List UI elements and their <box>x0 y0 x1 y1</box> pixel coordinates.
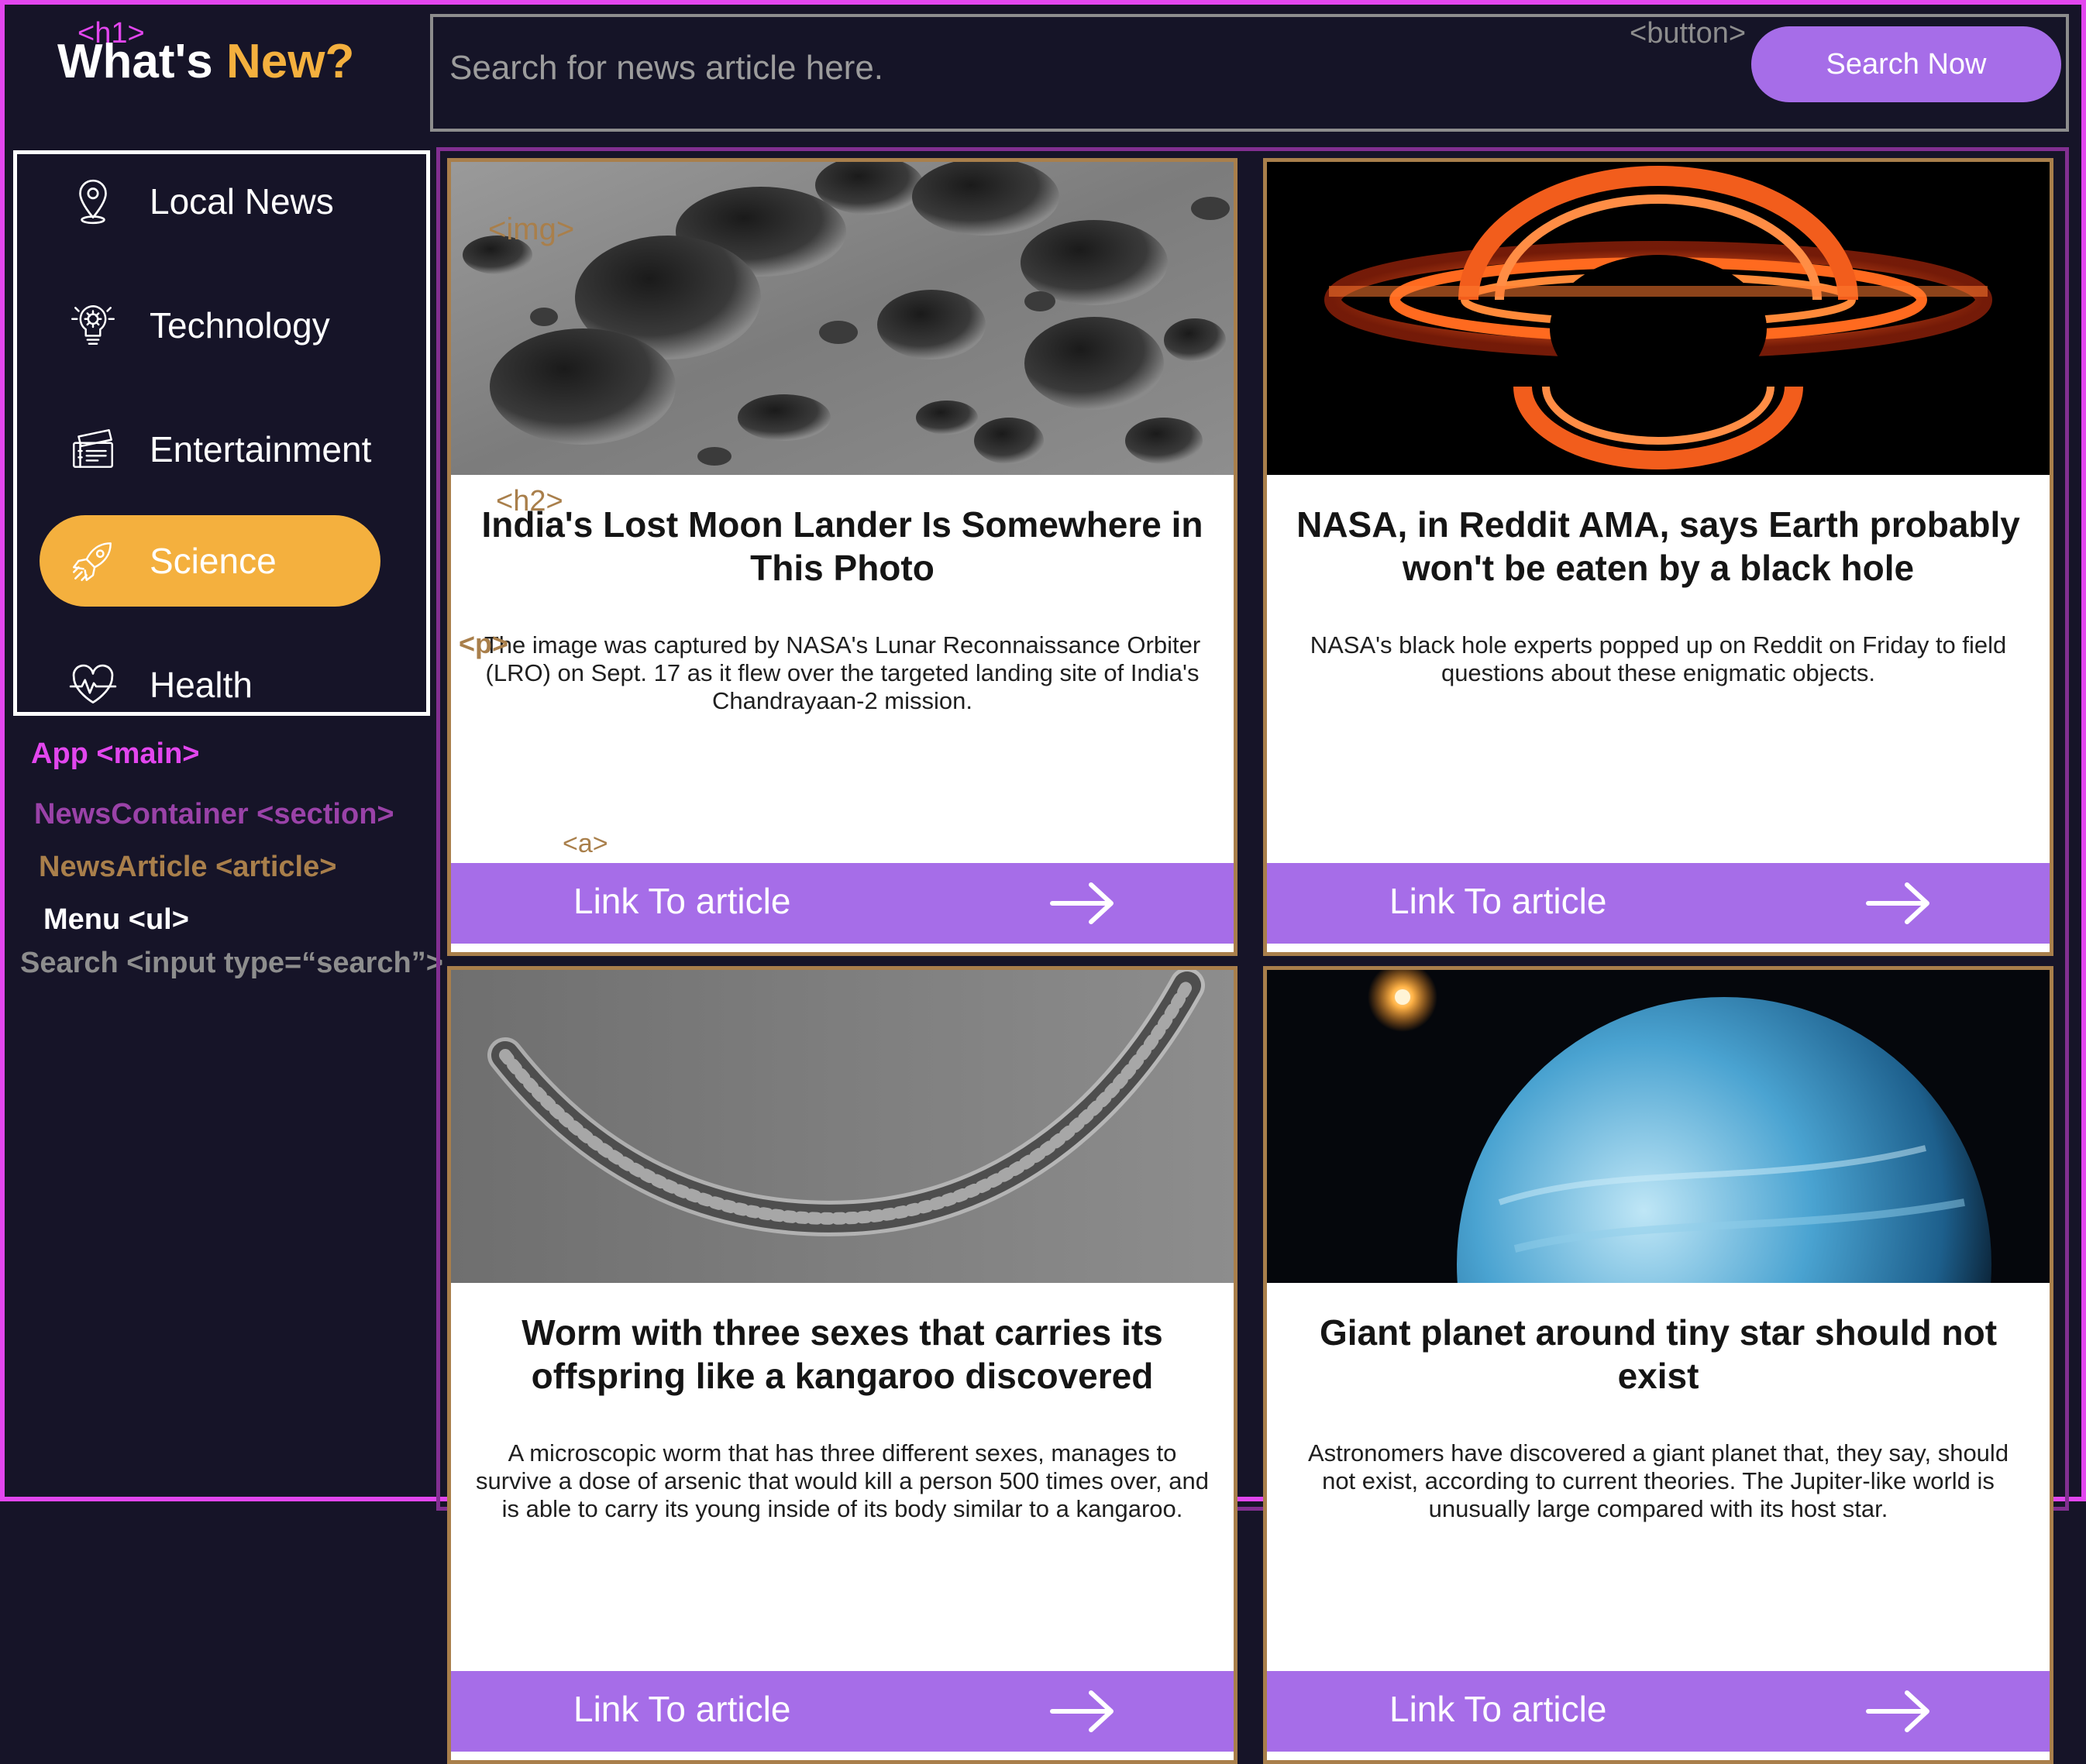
legend-news-container: NewsContainer <section> <box>34 798 394 830</box>
article-title: Worm with three sexes that carries its o… <box>522 1312 1163 1396</box>
link-label: Link To article <box>573 1689 791 1729</box>
rocket-icon <box>67 535 119 586</box>
article-title: NASA, in Reddit AMA, says Earth probably… <box>1296 504 2020 588</box>
arrow-right-icon <box>1050 882 1114 924</box>
menu-item-label: Technology <box>150 305 330 346</box>
link-to-article[interactable]: Link To article <box>1267 863 2050 944</box>
article-summary: Astronomers have discovered a giant plan… <box>1307 1439 2009 1522</box>
article-title: India's Lost Moon Lander Is Somewhere in… <box>481 504 1203 588</box>
link-to-article[interactable]: Link To article <box>1267 1671 2050 1752</box>
menu-item-science[interactable]: Science <box>40 515 380 607</box>
link-label: Link To article <box>1389 1689 1607 1729</box>
legend-news-article: NewsArticle <article> <box>39 851 337 883</box>
p-tag-label: <p> <box>459 628 509 659</box>
menu-item-entertainment[interactable]: Entertainment <box>40 404 380 495</box>
menu-item-label: Local News <box>150 181 334 222</box>
link-to-article[interactable]: Link To article <box>451 863 1234 944</box>
menu-item-label: Science <box>150 541 277 581</box>
menu-item-health[interactable]: Health <box>40 639 380 712</box>
legend-menu: Menu <ul> <box>43 903 189 936</box>
link-label: Link To article <box>573 881 791 921</box>
arrow-right-icon <box>1866 1690 1929 1732</box>
article-title: Giant planet around tiny star should not… <box>1319 1312 1998 1396</box>
news-article: NASA, in Reddit AMA, says Earth probably… <box>1263 158 2053 956</box>
legend-search: Search <input type=“search”> <box>20 947 443 979</box>
button-tag-label: <button> <box>1630 17 1747 50</box>
heart-pulse-icon <box>67 659 119 710</box>
search-input[interactable] <box>448 37 1610 99</box>
link-label: Link To article <box>1389 881 1607 921</box>
location-pin-icon <box>67 176 119 227</box>
search-now-button[interactable]: Search Now <box>1751 26 2061 102</box>
site-title: What's New? <box>57 34 354 89</box>
gear-bulb-icon <box>67 300 119 351</box>
news-container: India's Lost Moon Lander Is Somewhere in… <box>436 147 2069 1764</box>
menu-item-label: Entertainment <box>150 429 372 469</box>
site-title-accent: New? <box>225 35 355 88</box>
menu-item-technology[interactable]: Technology <box>40 280 380 371</box>
a-tag-label: <a> <box>563 829 608 858</box>
news-article: Giant planet around tiny star should not… <box>1263 966 2053 1764</box>
black-hole-image <box>1267 162 2050 475</box>
news-article: Worm with three sexes that carries its o… <box>447 966 1237 1764</box>
img-tag-label: <img> <box>488 212 575 246</box>
ticket-icon <box>67 424 119 475</box>
article-summary: The image was captured by NASA's Lunar R… <box>484 631 1201 714</box>
arrow-right-icon <box>1866 882 1929 924</box>
link-to-article[interactable]: Link To article <box>451 1671 1234 1752</box>
menu-item-local-news[interactable]: Local News <box>40 156 380 247</box>
arrow-right-icon <box>1050 1690 1114 1732</box>
article-summary: A microscopic worm that has three differ… <box>475 1439 1209 1522</box>
h2-tag-label: <h2> <box>496 485 563 518</box>
menu-item-label: Health <box>150 665 253 705</box>
legend-app: App <main> <box>31 738 200 770</box>
article-summary: NASA's black hole experts popped up on R… <box>1310 631 2007 686</box>
blue-planet-image <box>1267 970 2050 1283</box>
category-menu: Local News Technology Entertainment Scie… <box>13 150 430 716</box>
site-title-main: What's <box>57 35 213 88</box>
worm-microscope-image <box>451 970 1234 1283</box>
moon-surface-image <box>451 162 1234 475</box>
